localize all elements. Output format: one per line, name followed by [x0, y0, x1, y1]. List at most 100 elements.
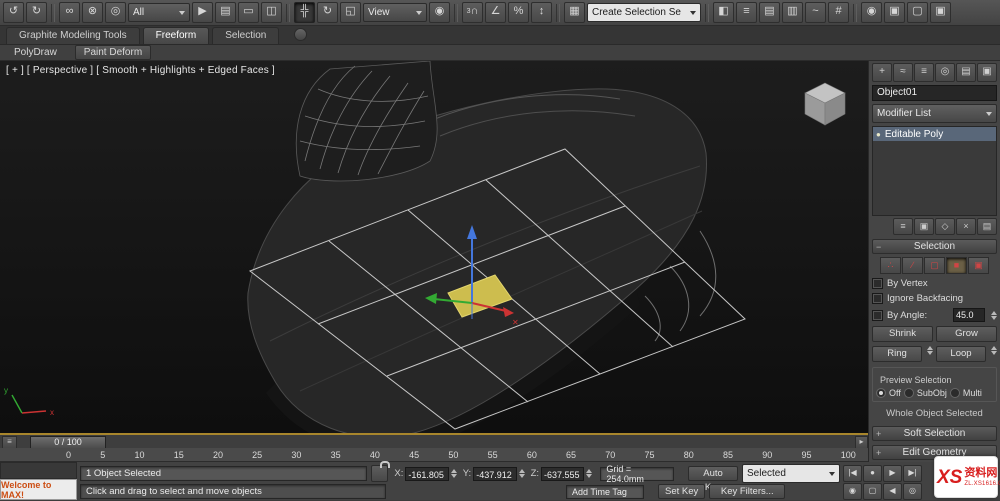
loop-button[interactable]: Loop [936, 346, 986, 362]
shrink-button[interactable]: Shrink [872, 326, 933, 342]
spinner-snap-icon[interactable]: ↕ [531, 2, 552, 23]
align-icon[interactable]: ≡ [736, 2, 757, 23]
edge-subobject-icon[interactable]: ∕ [902, 257, 923, 274]
selection-filter-dropdown[interactable]: All [128, 3, 190, 22]
use-center-icon[interactable]: ◉ [429, 2, 450, 23]
configure-modifier-sets-icon[interactable]: ▤ [977, 218, 997, 235]
material-editor-icon[interactable]: ◉ [861, 2, 882, 23]
ring-spinner[interactable] [927, 346, 933, 362]
selection-region-icon[interactable]: ▭ [238, 2, 259, 23]
stack-item-editable-poly[interactable]: ● Editable Poly [873, 127, 996, 141]
x-coord-spinner[interactable] [450, 469, 457, 478]
snaps-toggle-icon[interactable]: 3∩ [462, 2, 483, 23]
ribbon-toggle-icon[interactable]: ▥ [782, 2, 803, 23]
rendered-frame-window-icon[interactable]: ▢ [907, 2, 928, 23]
select-by-name-icon[interactable]: ▤ [215, 2, 236, 23]
visibility-bulb-icon[interactable]: ● [876, 130, 881, 139]
select-and-move-icon[interactable]: ╬ [294, 2, 315, 23]
modifier-list-dropdown[interactable]: Modifier List [872, 104, 997, 123]
by-angle-spinner[interactable] [991, 310, 997, 320]
render-setup-icon[interactable]: ▣ [884, 2, 905, 23]
key-filters-button[interactable]: Key Filters... [709, 484, 786, 499]
play-animation-icon[interactable]: ▶ [883, 465, 902, 482]
display-tab-icon[interactable]: ▤ [956, 63, 976, 82]
perspective-viewport[interactable]: ✕ x y [0, 60, 868, 453]
edit-named-selections-icon[interactable]: ▦ [564, 2, 585, 23]
percent-snap-icon[interactable]: % [508, 2, 529, 23]
layer-manager-icon[interactable]: ▤ [759, 2, 780, 23]
hierarchy-tab-icon[interactable]: ≡ [914, 63, 934, 82]
maxscript-mini-listener[interactable] [0, 462, 77, 479]
render-production-icon[interactable]: ▣ [930, 2, 951, 23]
by-angle-field[interactable]: 45.0 [953, 308, 985, 322]
add-time-tag-field[interactable]: Add Time Tag [566, 484, 644, 499]
create-tab-icon[interactable]: + [872, 63, 892, 82]
polygon-subobject-icon[interactable]: ■ [946, 257, 967, 274]
by-angle-checkbox[interactable] [872, 309, 883, 321]
pan-icon[interactable]: ◀ [883, 483, 902, 500]
object-name-field[interactable]: Object01 [872, 85, 997, 101]
motion-tab-icon[interactable]: ◎ [935, 63, 955, 82]
show-end-result-icon[interactable]: ▣ [914, 218, 934, 235]
subtab-polydraw[interactable]: PolyDraw [6, 46, 65, 59]
welcome-button[interactable]: Welcome to MAX! [0, 479, 77, 500]
zoom-extents-icon[interactable]: ▢ [863, 483, 882, 500]
key-mode-icon[interactable]: ● [863, 465, 882, 482]
viewport-canvas[interactable]: ✕ x y [0, 60, 868, 453]
track-bar-ruler[interactable]: 0 5 10 15 20 25 30 35 40 45 50 55 60 65 … [0, 448, 868, 462]
subtab-paint-deform[interactable]: Paint Deform [74, 45, 152, 60]
go-to-end-icon[interactable]: ▶| [903, 465, 922, 482]
remove-modifier-icon[interactable]: × [956, 218, 976, 235]
y-coord-spinner[interactable] [518, 469, 525, 478]
viewport-label[interactable]: [ + ] [ Perspective ] [ Smooth + Highlig… [6, 65, 275, 76]
select-and-link-icon[interactable]: ∞ [59, 2, 80, 23]
orbit-icon[interactable]: ◎ [903, 483, 922, 500]
ignore-backfacing-checkbox[interactable] [872, 293, 883, 304]
tab-graphite-modeling-tools[interactable]: Graphite Modeling Tools [6, 27, 140, 44]
redo-icon[interactable]: ↻ [26, 2, 47, 23]
curve-editor-icon[interactable]: ~ [805, 2, 826, 23]
named-selection-set-dropdown[interactable]: Create Selection Se [587, 3, 701, 22]
set-key-button[interactable]: Set Key [658, 484, 706, 499]
zoom-icon[interactable]: ◉ [843, 483, 862, 500]
unlink-selection-icon[interactable]: ⊗ [82, 2, 103, 23]
bind-to-space-warp-icon[interactable]: ◎ [105, 2, 126, 23]
element-subobject-icon[interactable]: ▣ [968, 257, 989, 274]
z-coord-spinner[interactable] [586, 469, 593, 478]
ring-button[interactable]: Ring [872, 346, 922, 362]
preview-subobj-radio[interactable] [903, 388, 914, 398]
vertex-subobject-icon[interactable]: ∴ [880, 257, 901, 274]
ribbon-minimize-button[interactable] [294, 28, 308, 41]
preview-off-radio[interactable] [876, 388, 886, 398]
x-coord-field[interactable]: -161.805 [405, 466, 449, 481]
rollout-soft-selection[interactable]: + Soft Selection [872, 426, 997, 441]
window-crossing-icon[interactable]: ◫ [261, 2, 282, 23]
make-unique-icon[interactable]: ◇ [935, 218, 955, 235]
select-object-icon[interactable]: ▶ [192, 2, 213, 23]
modify-tab-icon[interactable]: ≈ [893, 63, 913, 82]
preview-multi-radio[interactable] [949, 388, 960, 398]
border-subobject-icon[interactable]: ▢ [924, 257, 945, 274]
schematic-view-icon[interactable]: # [828, 2, 849, 23]
z-coord-field[interactable]: -637.555 [541, 466, 585, 481]
rollout-selection[interactable]: − Selection [872, 239, 997, 254]
reference-coordinate-dropdown[interactable]: View [363, 3, 427, 22]
pin-stack-icon[interactable]: ≡ [893, 218, 913, 235]
loop-spinner[interactable] [991, 346, 997, 362]
select-and-rotate-icon[interactable]: ↻ [317, 2, 338, 23]
angle-snap-icon[interactable]: ∠ [485, 2, 506, 23]
auto-key-button[interactable]: Auto Key [688, 466, 739, 493]
undo-icon[interactable]: ↺ [3, 2, 24, 23]
y-coord-field[interactable]: -437.912 [473, 466, 517, 481]
tab-selection[interactable]: Selection [212, 27, 280, 44]
mirror-icon[interactable]: ◧ [713, 2, 734, 23]
grow-button[interactable]: Grow [936, 326, 997, 342]
go-to-start-icon[interactable]: |◀ [843, 465, 862, 482]
modifier-stack[interactable]: ● Editable Poly [872, 126, 997, 216]
tab-freeform[interactable]: Freeform [142, 27, 210, 44]
utilities-tab-icon[interactable]: ▣ [977, 63, 997, 82]
selection-lock-icon[interactable] [370, 465, 389, 482]
select-and-scale-icon[interactable]: ◱ [340, 2, 361, 23]
selected-keys-dropdown[interactable]: Selected [742, 464, 841, 483]
time-slider-track[interactable] [0, 435, 868, 449]
